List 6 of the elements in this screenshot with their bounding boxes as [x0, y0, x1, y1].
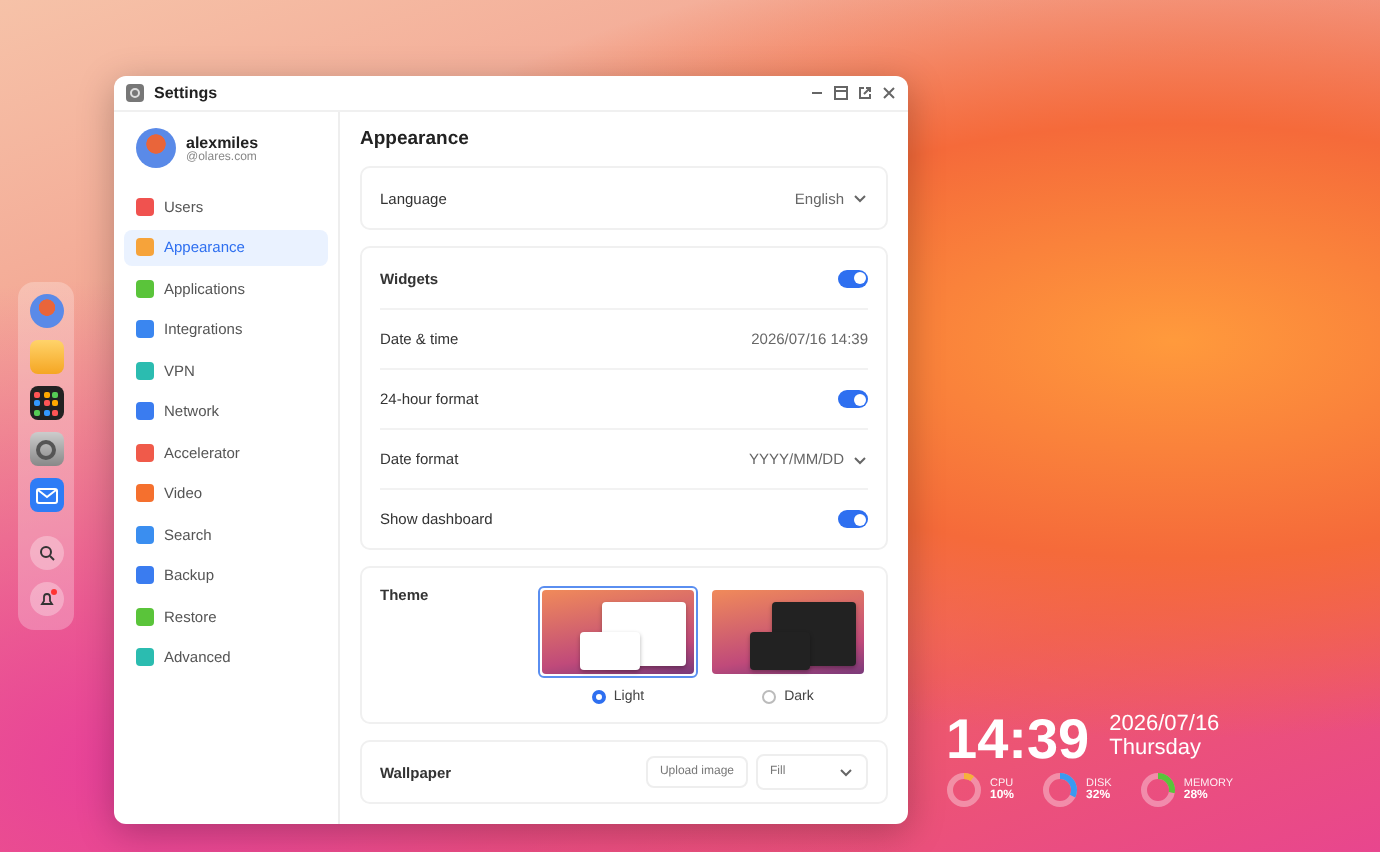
clock-weekday: Thursday	[1109, 736, 1203, 760]
clock-time: 14:39	[946, 712, 1090, 768]
user-name: alexmiles	[186, 133, 259, 151]
page-title: Appearance	[360, 128, 471, 150]
clock-date: 2026/07/16	[1109, 712, 1220, 736]
window-title: Settings	[154, 84, 220, 102]
